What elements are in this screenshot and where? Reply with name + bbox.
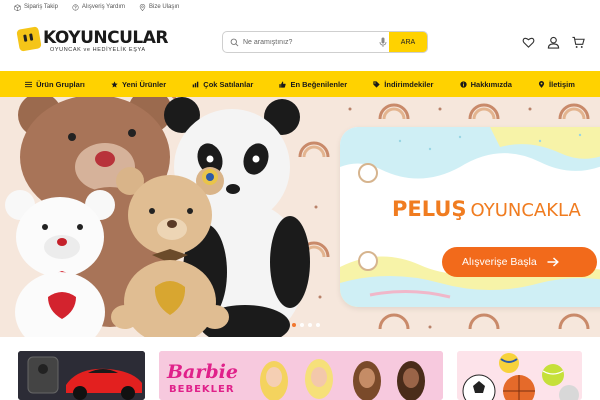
- star-icon: [111, 80, 118, 88]
- brand-logo[interactable]: KOYUNCULAR OYUNCAK ve HEDİYELİK EŞYA: [16, 26, 168, 58]
- nav-item-about[interactable]: Hakkımızda: [459, 79, 512, 89]
- hero-title-bold: PELUŞ: [392, 197, 467, 221]
- thumbs-up-icon: [279, 81, 287, 88]
- brand-tagline: OYUNCAK ve HEDİYELİK EŞYA: [50, 47, 146, 53]
- category-tiles: Barbie BEBEKLER: [0, 351, 600, 400]
- tag-icon: [373, 80, 380, 88]
- cart-icon[interactable]: [572, 36, 585, 49]
- location-pin-icon: [139, 3, 146, 11]
- order-tracking-link[interactable]: Sipariş Takip: [14, 3, 58, 11]
- slide-dot[interactable]: [292, 323, 296, 327]
- wave-decoration: [340, 127, 600, 179]
- hero-banner[interactable]: PELUŞ OYUNCAKLA Alışverişe Başla: [0, 97, 600, 337]
- nav-label: Ürün Grupları: [36, 79, 85, 89]
- logo-mark-icon: [16, 26, 42, 52]
- category-tile-cars[interactable]: [18, 351, 145, 400]
- arrow-right-icon: [547, 257, 559, 267]
- promo-card: PELUŞ OYUNCAKLA: [340, 127, 600, 307]
- nav-label: En Beğenilenler: [290, 79, 348, 89]
- hero-title: PELUŞ OYUNCAKLA: [392, 197, 581, 221]
- search-bar: ARA: [222, 31, 428, 53]
- nav-label: İndirimdekiler: [384, 79, 434, 89]
- contact-label: Bize Ulaşın: [149, 4, 180, 10]
- utility-bar: Sipariş Takip Alışveriş Yardım Bize Ulaş…: [0, 0, 600, 14]
- box-icon: [14, 3, 21, 11]
- header: KOYUNCULAR OYUNCAK ve HEDİYELİK EŞYA ARA: [0, 14, 600, 70]
- nav-label: Yeni Ürünler: [121, 79, 167, 89]
- nav-item-contact[interactable]: İletişim: [538, 80, 575, 89]
- decorative-circle: [358, 163, 378, 183]
- slide-indicators: [292, 323, 320, 327]
- heart-icon[interactable]: [522, 36, 535, 49]
- info-icon: [459, 80, 467, 88]
- nav-label: Çok Satılanlar: [203, 79, 254, 89]
- help-icon: [72, 3, 79, 11]
- category-tile-barbie[interactable]: Barbie BEBEKLER: [159, 351, 443, 400]
- search-icon: [230, 38, 239, 47]
- nav-item-new-products[interactable]: Yeni Ürünler: [111, 80, 166, 89]
- barbie-subtitle: BEBEKLER: [169, 384, 235, 395]
- brand-name: KOYUNCULAR: [43, 28, 168, 48]
- location-icon: [538, 80, 545, 88]
- shop-now-label: Alışverişe Başla: [462, 256, 537, 268]
- slide-dot[interactable]: [316, 323, 320, 327]
- shop-now-button[interactable]: Alışverişe Başla: [442, 247, 597, 277]
- chart-icon: [192, 81, 199, 87]
- shopping-help-link[interactable]: Alışveriş Yardım: [72, 3, 126, 11]
- barbie-logo-text: Barbie: [167, 361, 238, 383]
- slide-dot[interactable]: [300, 323, 304, 327]
- nav-item-product-groups[interactable]: Ürün Grupları: [25, 80, 85, 89]
- sports-balls-image: [457, 351, 582, 400]
- nav-item-best-sellers[interactable]: Çok Satılanlar: [192, 80, 253, 89]
- microphone-icon[interactable]: [379, 37, 387, 48]
- shopping-help-label: Alışveriş Yardım: [81, 4, 126, 10]
- order-tracking-label: Sipariş Takip: [24, 4, 58, 10]
- header-icons: [522, 36, 585, 49]
- contact-link[interactable]: Bize Ulaşın: [139, 3, 180, 11]
- decorative-circle: [358, 251, 378, 271]
- plush-toys-illustration: [5, 97, 310, 337]
- rc-car-image: [18, 351, 145, 400]
- hero-title-rest: OYUNCAKLA: [470, 200, 581, 221]
- nav-item-discounts[interactable]: İndirimdekiler: [373, 80, 433, 89]
- menu-icon: [25, 81, 33, 87]
- category-tile-sports[interactable]: [457, 351, 582, 400]
- main-nav: Ürün Grupları Yeni Ürünler Çok Satılanla…: [0, 71, 600, 97]
- slide-dot[interactable]: [308, 323, 312, 327]
- nav-label: Hakkımızda: [470, 79, 512, 89]
- user-icon[interactable]: [547, 36, 560, 49]
- nav-label: İletişim: [549, 79, 575, 89]
- nav-item-most-liked[interactable]: En Beğenilenler: [279, 80, 347, 89]
- search-button[interactable]: ARA: [389, 32, 427, 52]
- search-input[interactable]: [243, 35, 393, 50]
